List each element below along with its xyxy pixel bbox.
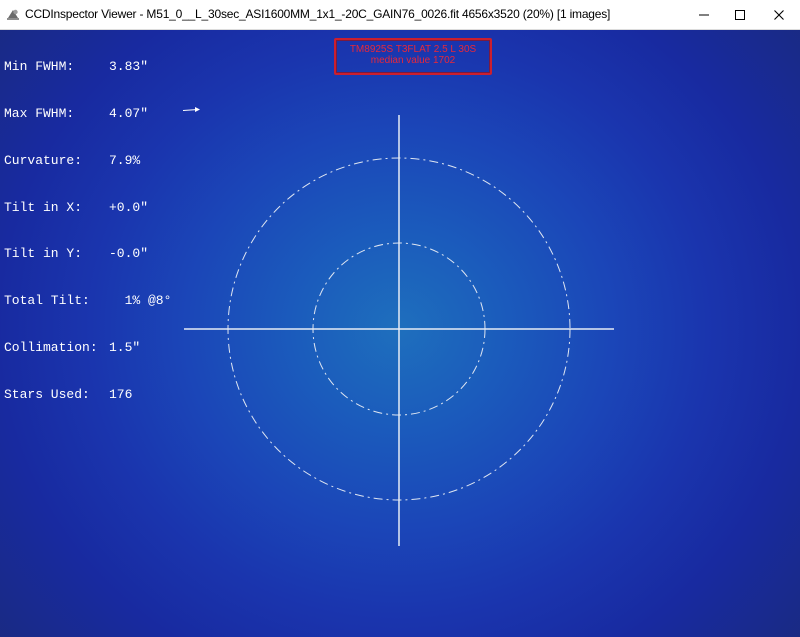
minimize-icon — [699, 14, 709, 15]
tilt-direction-arrow-icon — [182, 107, 200, 112]
inspector-canvas[interactable]: Min FWHM: 3.83" Max FWHM: 4.07" Curvature:… — [0, 30, 800, 637]
stat-row-collimation: Collimation: 1.5" — [4, 339, 141, 355]
maximize-button[interactable] — [721, 0, 759, 29]
close-icon — [774, 9, 784, 20]
close-button[interactable] — [760, 0, 798, 29]
stat-row-max-fwhm: Max FWHM: 4.07" — [4, 105, 149, 121]
title-bar[interactable]: CCDInspector Viewer - M51_0__L_30sec_ASI… — [0, 0, 800, 30]
stat-row-stars-used: Stars Used: 176 — [4, 386, 133, 402]
stat-row-tilt-x: Tilt in X: +0.0" — [4, 199, 149, 215]
stat-row-min-fwhm: Min FWHM: 3.83" — [4, 59, 149, 75]
filter-info-text: TM8925S T3FLAT 2.5 L 30S — [349, 44, 477, 55]
minimize-button[interactable] — [685, 0, 723, 29]
median-value-text: median value 1702 — [370, 55, 456, 66]
ccdinspector-window: CCDInspector Viewer - M51_0__L_30sec_ASI… — [0, 0, 800, 637]
app-icon[interactable] — [6, 7, 20, 21]
stat-row-curvature: Curvature: 7.9% — [4, 152, 141, 168]
stat-row-total-tilt: Total Tilt: 1% @8° — [4, 293, 172, 309]
stat-row-tilt-y: Tilt in Y: -0.0" — [4, 246, 149, 262]
maximize-icon — [735, 9, 745, 20]
stats-panel: Min FWHM: 3.83" Max FWHM: 4.07" Curvature:… — [4, 30, 171, 433]
image-info-box: TM8925S T3FLAT 2.5 L 30S median value 17… — [334, 38, 492, 75]
window-title: CCDInspector Viewer - M51_0__L_30sec_ASI… — [25, 7, 611, 21]
